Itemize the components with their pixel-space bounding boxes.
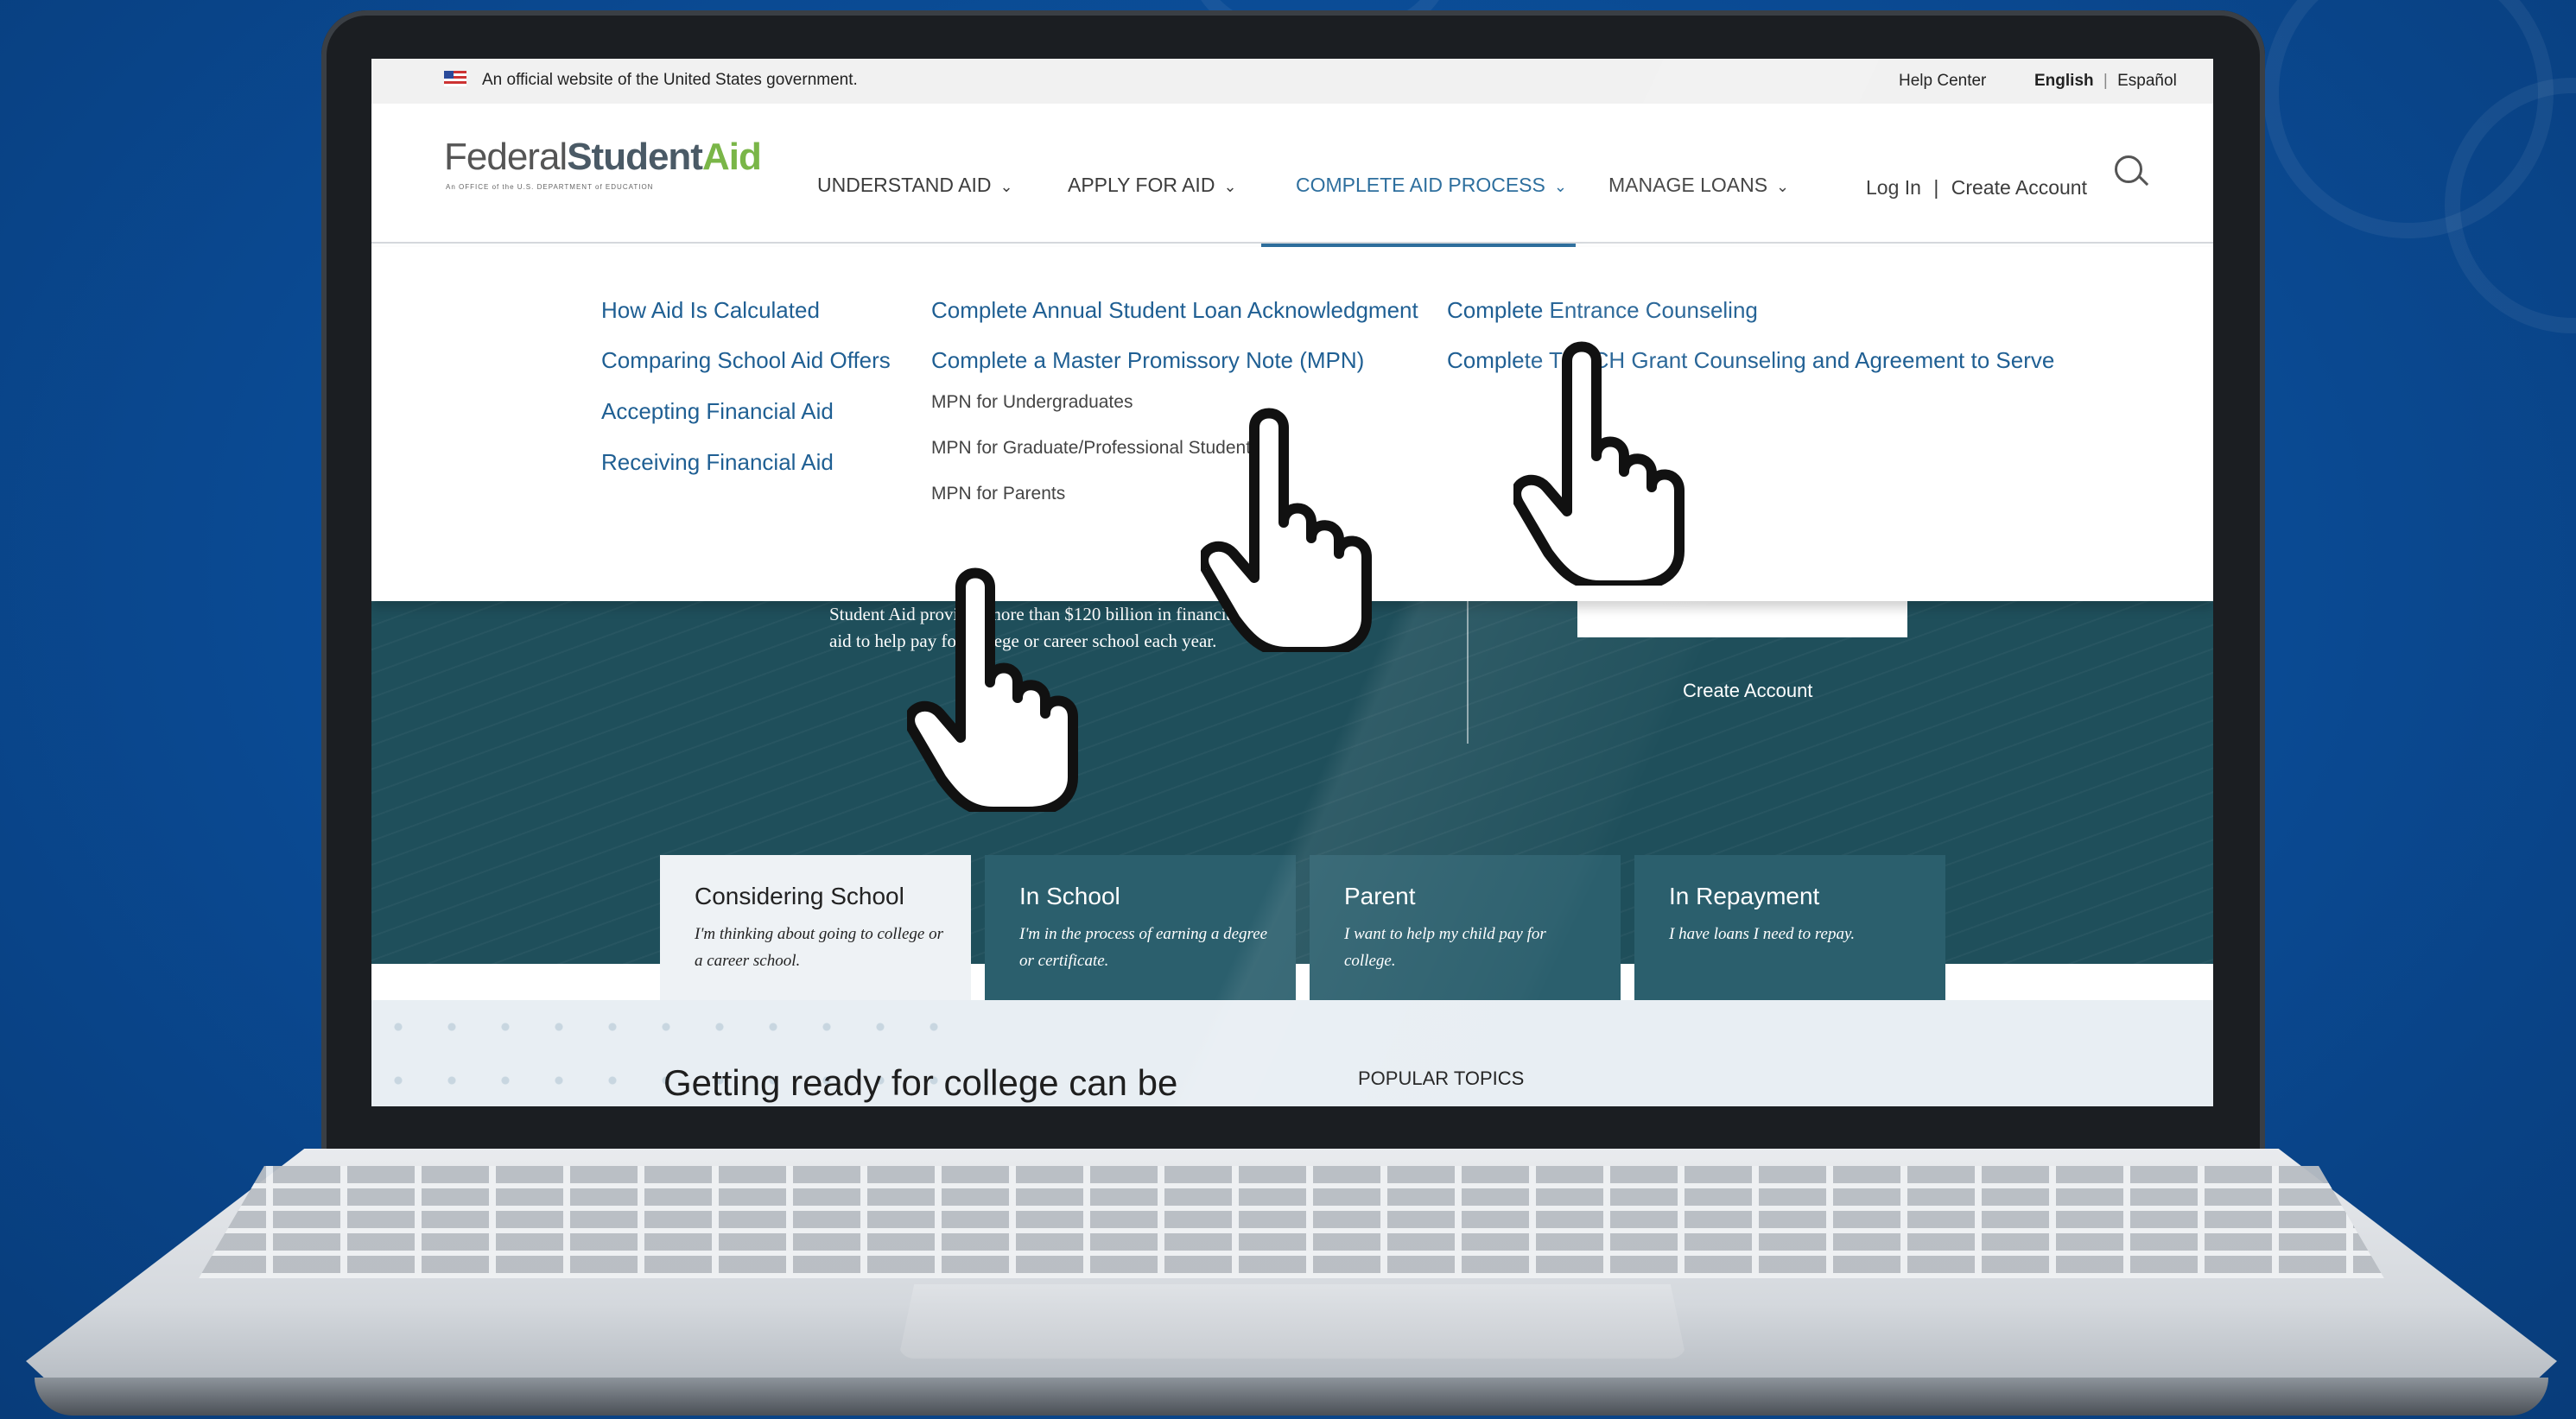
auth-separator: | (1933, 176, 1939, 199)
menu-link[interactable]: Complete Annual Student Loan Acknowledgm… (931, 297, 1418, 324)
logo-aid: Aid (701, 136, 762, 178)
menu-sublink[interactable]: MPN for Undergraduates (931, 392, 1133, 413)
popular-topics-heading: POPULAR TOPICS (1358, 1067, 1525, 1089)
chevron-down-icon: ⌄ (999, 178, 1013, 195)
tab-in-school[interactable]: In School I'm in the process of earning … (985, 855, 1296, 1000)
nav-apply-for-aid[interactable]: APPLY FOR AID ⌄ (1068, 174, 1237, 197)
lang-spanish-link[interactable]: Español (2117, 72, 2177, 90)
tab-title: In Repayment (1669, 883, 1820, 909)
laptop-base-edge (35, 1378, 2548, 1416)
lang-english-link[interactable]: English (2034, 72, 2094, 90)
logo-student: Student (567, 136, 703, 178)
hand-pointer-icon (1201, 408, 1372, 652)
hero-login-button[interactable] (1577, 601, 1907, 637)
nav-label: APPLY FOR AID (1068, 174, 1215, 196)
menu-link[interactable]: Receiving Financial Aid (601, 449, 834, 476)
hero-divider (1467, 601, 1469, 744)
nav-manage-loans[interactable]: MANAGE LOANS ⌄ (1608, 174, 1789, 197)
lower-section: Getting ready for college can be POPULAR… (371, 1000, 2213, 1106)
help-center-link[interactable]: Help Center (1899, 72, 1986, 91)
gov-banner-text: An official website of the United States… (482, 71, 858, 89)
laptop-trackpad (898, 1284, 1686, 1359)
lang-separator: | (2103, 72, 2108, 90)
tab-description: I have loans I need to repay. (1669, 925, 1856, 943)
tab-description: I want to help my child pay for college. (1344, 925, 1546, 970)
hero-create-account-link[interactable]: Create Account (1683, 680, 1812, 702)
hand-pointer-icon (1513, 341, 1685, 586)
tab-title: Considering School (695, 883, 904, 909)
audience-tabs: Considering School I'm thinking about go… (371, 855, 2213, 1000)
nav-label: COMPLETE AID PROCESS (1296, 174, 1545, 196)
fsa-logo[interactable]: FederalStudentAid (444, 136, 762, 179)
auth-links: Log In | Create Account (1866, 176, 2087, 200)
menu-link[interactable]: Complete a Master Promissory Note (MPN) (931, 347, 1364, 374)
logo-federal: Federal (444, 136, 568, 178)
search-icon[interactable] (2115, 155, 2142, 183)
tab-parent[interactable]: Parent I want to help my child pay for c… (1310, 855, 1621, 1000)
tab-description: I'm thinking about going to college or a… (695, 925, 943, 970)
logo-subtitle: An OFFICE of the U.S. DEPARTMENT of EDUC… (446, 183, 654, 191)
tab-in-repayment[interactable]: In Repayment I have loans I need to repa… (1634, 855, 1945, 1000)
nav-label: UNDERSTAND AID (817, 174, 992, 196)
nav-label: MANAGE LOANS (1608, 174, 1768, 196)
tab-considering-school[interactable]: Considering School I'm thinking about go… (660, 855, 971, 1000)
chevron-down-icon: ⌄ (1553, 178, 1567, 195)
chevron-down-icon: ⌄ (1223, 178, 1237, 195)
keyboard-rows (199, 1166, 2384, 1278)
hand-pointer-icon (907, 567, 1078, 812)
gov-banner: An official website of the United States… (371, 59, 2213, 104)
menu-link[interactable]: How Aid Is Calculated (601, 297, 820, 324)
login-link[interactable]: Log In (1866, 176, 1921, 199)
create-account-link[interactable]: Create Account (1951, 176, 2087, 199)
menu-link[interactable]: Comparing School Aid Offers (601, 347, 891, 374)
nav-complete-aid-process[interactable]: COMPLETE AID PROCESS ⌄ (1296, 174, 1567, 197)
tab-description: I'm in the process of earning a degree o… (1019, 925, 1268, 970)
language-switcher: English | Español (2034, 72, 2177, 91)
menu-sublink[interactable]: MPN for Parents (931, 484, 1065, 504)
chevron-down-icon: ⌄ (1776, 178, 1790, 195)
menu-link[interactable]: Accepting Financial Aid (601, 398, 834, 425)
us-flag-icon (444, 71, 466, 86)
tab-title: In School (1019, 883, 1120, 909)
tab-title: Parent (1344, 883, 1416, 909)
section-heading: Getting ready for college can be (663, 1062, 1178, 1103)
site-header: FederalStudentAid An OFFICE of the U.S. … (371, 104, 2213, 244)
nav-understand-aid[interactable]: UNDERSTAND AID ⌄ (817, 174, 1013, 197)
menu-link[interactable]: Complete Entrance Counseling (1447, 297, 1758, 324)
